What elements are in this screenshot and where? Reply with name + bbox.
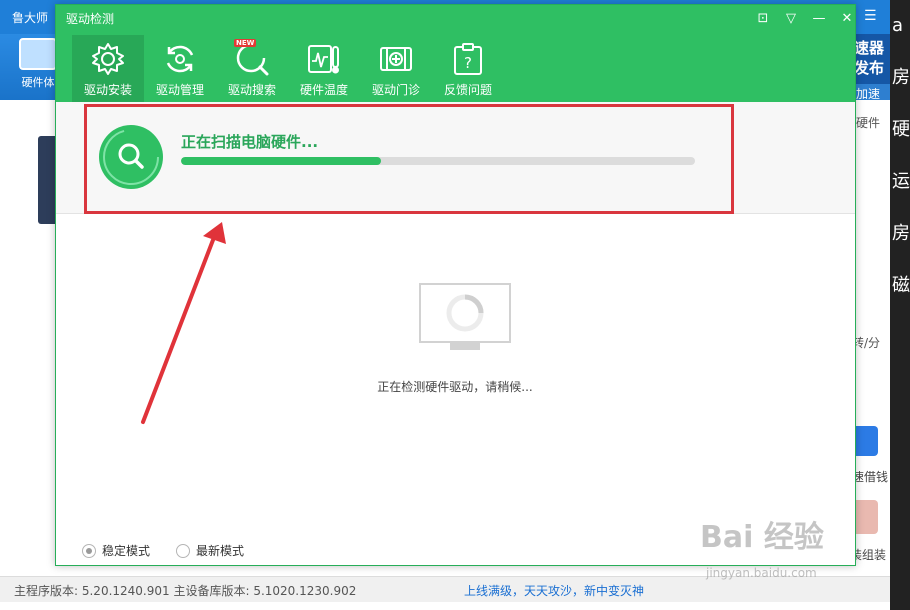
mode-option-stable[interactable]: 稳定模式: [82, 542, 150, 559]
edge-glyph: a: [892, 15, 904, 36]
edge-glyph: 运: [892, 171, 910, 192]
background-side-text: 硬件: [856, 116, 881, 130]
background-app-title: 鲁大师: [12, 11, 49, 25]
background-promo-banner[interactable]: 速器 发布 加速: [852, 34, 892, 100]
mode-option-latest[interactable]: 最新模式: [176, 542, 244, 559]
question-icon: ?: [454, 43, 482, 75]
promo-slogan-link[interactable]: 上线满级，天天攻沙，新中变灭神: [464, 582, 644, 599]
refresh-icon: [166, 45, 194, 73]
tab-driver-manage[interactable]: 驱动管理: [144, 35, 216, 102]
version-info: 主程序版本: 5.20.1240.901 主设备库版本: 5.1020.1230…: [14, 584, 357, 598]
banner-accel-label: 加速: [854, 84, 892, 100]
close-button[interactable]: ✕: [836, 9, 858, 29]
edge-glyph: 磁: [892, 275, 910, 296]
dialog-header: 驱动检测 ⊡ ▽ — ✕ 驱动安装 驱动管理 NEW 驱动搜索 硬件温度 驱动门…: [56, 5, 855, 102]
dialog-tabs: 驱动安装 驱动管理 NEW 驱动搜索 硬件温度 驱动门诊 ? 反馈问题: [72, 35, 504, 102]
tab-label: 硬件温度: [299, 83, 348, 97]
background-edge-strip: a 房 硬 运 房 磁: [890, 0, 910, 610]
mode-label: 最新模式: [196, 544, 245, 558]
edge-glyph: 房: [892, 67, 910, 88]
tab-label: 驱动安装: [83, 83, 132, 97]
window-controls: ⊡ ▽ — ✕: [752, 9, 858, 29]
dialog-title: 驱动检测: [66, 12, 115, 26]
tab-label: 反馈问题: [443, 83, 492, 97]
background-side-text: 转/分: [852, 336, 881, 350]
tab-driver-clinic[interactable]: 驱动门诊: [360, 35, 432, 102]
svg-text:?: ?: [464, 54, 472, 72]
mode-label: 稳定模式: [102, 544, 151, 558]
tab-label: 驱动搜索: [227, 83, 276, 97]
background-menu-icon[interactable]: ☰: [864, 8, 877, 24]
gear-icon: [92, 43, 124, 75]
edge-glyph: 硬: [892, 119, 910, 140]
watermark-url: jingyan.baidu.com: [706, 566, 817, 580]
tab-feedback[interactable]: ? 反馈问题: [432, 35, 504, 102]
baidu-jingyan-watermark: Bai 经验: [700, 520, 824, 555]
minimize-button[interactable]: —: [808, 9, 830, 29]
tab-driver-install[interactable]: 驱动安装: [72, 35, 144, 102]
radio-button-checked[interactable]: [82, 543, 96, 558]
new-badge: NEW: [234, 39, 257, 47]
banner-text: 速器 发布: [854, 39, 885, 77]
tab-label: 驱动门诊: [371, 83, 420, 97]
edge-glyph: 房: [892, 223, 910, 244]
tab-hardware-temperature[interactable]: 硬件温度: [288, 35, 360, 102]
tab-driver-search[interactable]: NEW 驱动搜索: [216, 35, 288, 102]
radio-button[interactable]: [176, 543, 190, 558]
clinic-icon: [380, 47, 412, 71]
dropdown-menu-icon[interactable]: ▽: [780, 9, 802, 29]
feedback-icon[interactable]: ⊡: [752, 9, 774, 29]
annotation-highlight-box: [84, 104, 734, 214]
tab-label: 驱动管理: [155, 83, 204, 97]
monitor-loading-icon: [419, 283, 511, 350]
hardware-tile-icon: [19, 38, 57, 70]
background-side-text: 速借钱: [852, 470, 889, 484]
detecting-status-text: 正在检测硬件驱动，请稍候...: [377, 380, 533, 394]
background-tab-hardware-label: 硬件体: [21, 76, 55, 89]
thermometer-icon: [308, 45, 339, 74]
